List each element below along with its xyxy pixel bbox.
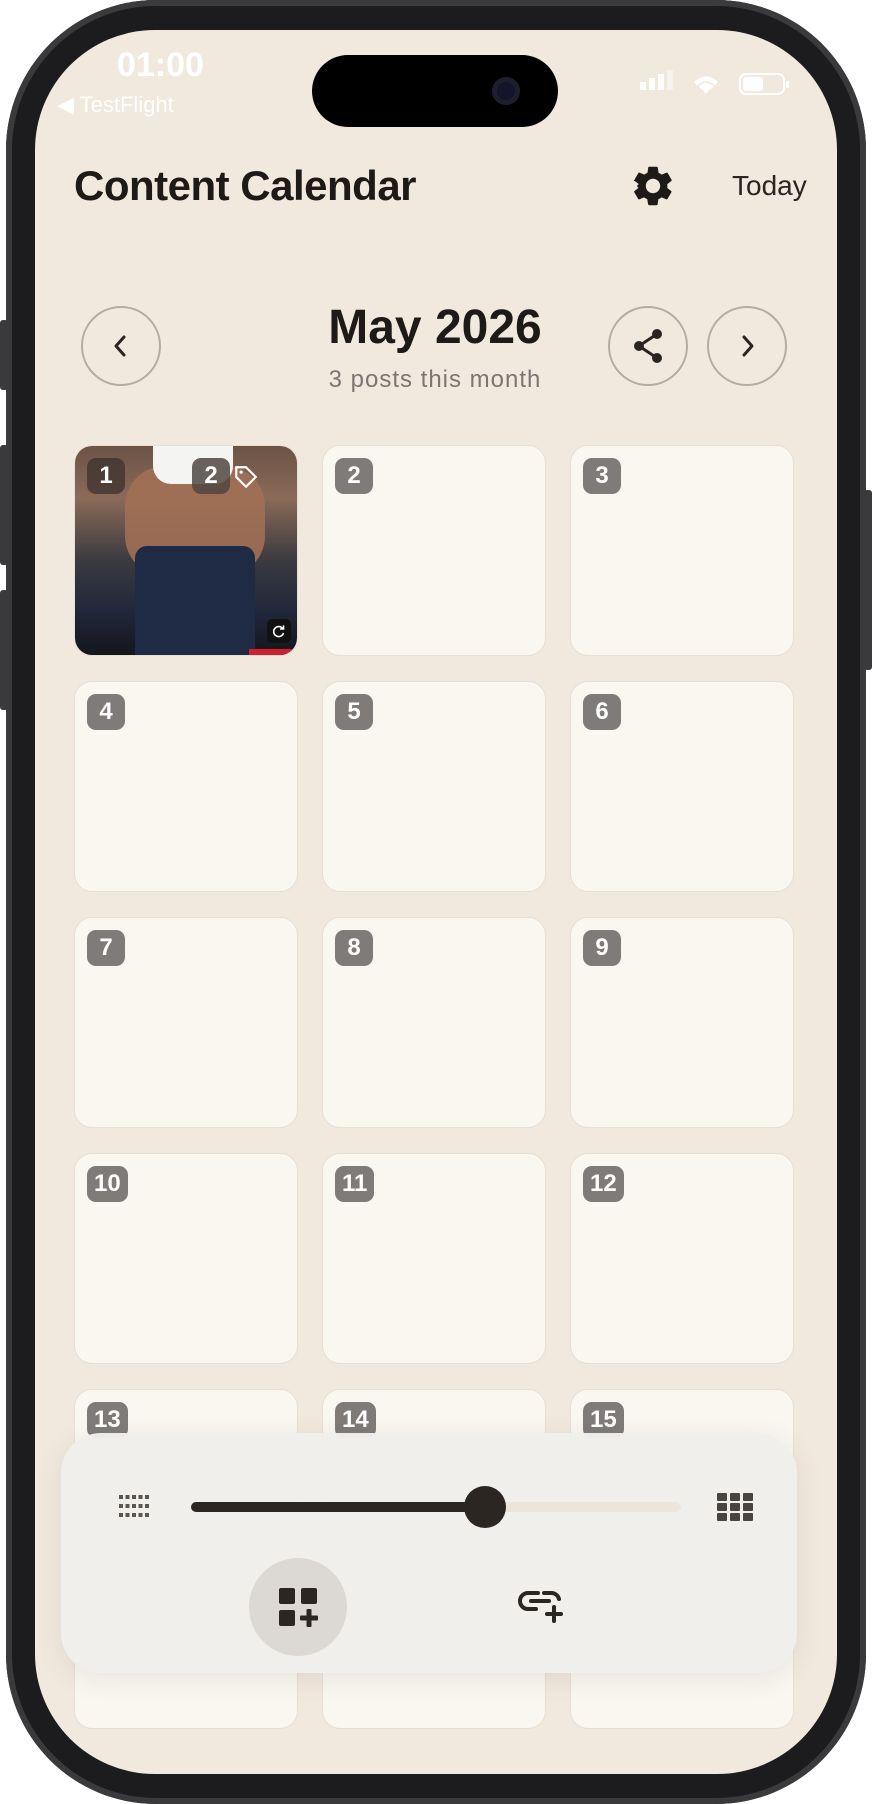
day-number: 4 [87, 694, 125, 730]
tag-icon [235, 466, 258, 489]
day-cell-12[interactable]: 12 [570, 1153, 794, 1364]
month-title: May 2026 [328, 301, 542, 354]
day-cell-6[interactable]: 6 [570, 681, 794, 892]
photo-red-bar [249, 649, 297, 655]
day-cell-9[interactable]: 9 [570, 917, 794, 1128]
phone-volume-up-button [0, 445, 8, 565]
slider-thumb[interactable] [464, 1486, 506, 1528]
post-count-badge: 2 [192, 458, 230, 494]
posts-count-label: 3 posts this month [328, 366, 542, 393]
day-number: 5 [335, 694, 373, 730]
day-cell-3[interactable]: 3 [570, 445, 794, 656]
front-camera [492, 77, 520, 105]
gear-icon[interactable] [629, 162, 677, 210]
previous-month-button[interactable] [81, 306, 161, 386]
wifi-icon [694, 76, 718, 94]
day-number: 1 [87, 458, 125, 494]
today-button[interactable]: Today [732, 170, 807, 202]
day-number: 12 [583, 1166, 624, 1202]
day-number: 9 [583, 930, 621, 966]
day-number: 7 [87, 930, 125, 966]
day-cell-2[interactable]: 2 [322, 445, 546, 656]
chevron-left-icon [114, 335, 126, 357]
phone-mute-button [0, 320, 8, 390]
day-number: 10 [87, 1166, 128, 1202]
day-cell-11[interactable]: 11 [322, 1153, 546, 1364]
slider-fill [191, 1502, 485, 1512]
day-number: 3 [583, 458, 621, 494]
add-link-icon[interactable] [516, 1583, 566, 1623]
phone-power-button [864, 490, 872, 670]
dynamic-island [312, 55, 558, 127]
next-month-button[interactable] [707, 306, 787, 386]
page-title: Content Calendar [74, 162, 417, 209]
back-to-testflight-link[interactable]: ◀ TestFlight [57, 92, 174, 118]
share-icon [634, 329, 662, 363]
day-number: 6 [583, 694, 621, 730]
day-cell-1[interactable]: 2 1 [74, 445, 298, 656]
add-post-button[interactable] [249, 1558, 347, 1656]
share-button[interactable] [608, 306, 688, 386]
day-cell-5[interactable]: 5 [322, 681, 546, 892]
day-number: 8 [335, 930, 373, 966]
large-grid-icon[interactable] [717, 1493, 753, 1521]
day-cell-10[interactable]: 10 [74, 1153, 298, 1364]
small-grid-icon[interactable] [119, 1495, 149, 1517]
status-time: 01:00 [117, 46, 204, 84]
day-number: 2 [335, 458, 373, 494]
day-cell-4[interactable]: 4 [74, 681, 298, 892]
day-cell-8[interactable]: 8 [322, 917, 546, 1128]
signal-icon [640, 70, 673, 95]
app-screen: 01:00 ◀ TestFlight Content Calendar Toda… [35, 30, 837, 1774]
status-icons [640, 70, 789, 95]
photo-jeans [135, 546, 255, 655]
phone-volume-down-button [0, 590, 8, 710]
chevron-right-icon [742, 335, 754, 357]
battery-icon [739, 73, 789, 95]
day-number: 11 [335, 1166, 375, 1202]
day-cell-7[interactable]: 7 [74, 917, 298, 1128]
add-grid-icon [279, 1588, 318, 1627]
grid-size-slider[interactable] [191, 1486, 681, 1528]
bottom-toolbar [61, 1433, 797, 1673]
repost-icon [267, 619, 291, 643]
